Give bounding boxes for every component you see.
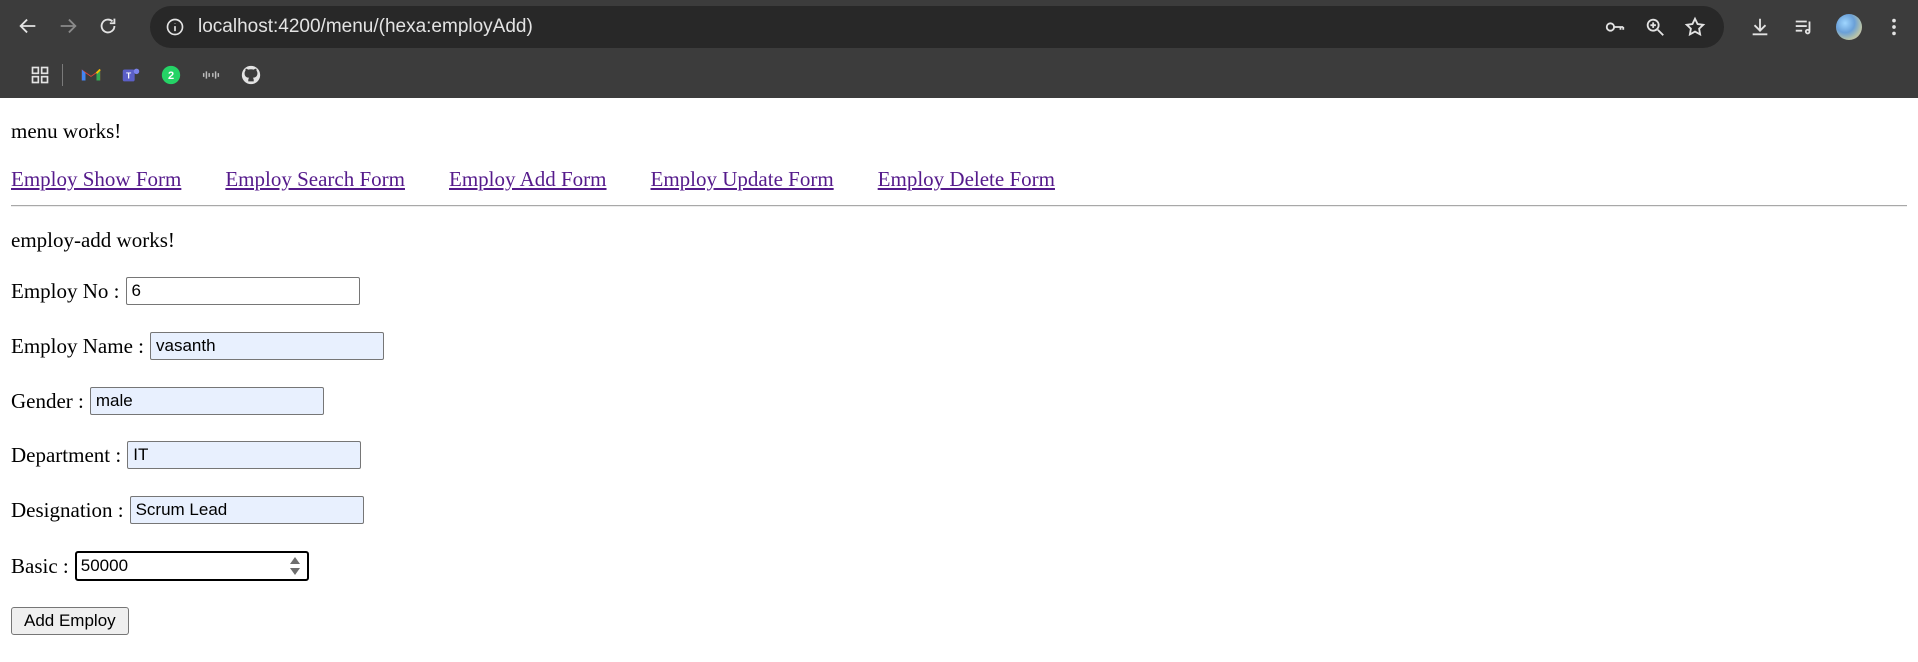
basic-number-input[interactable]: 50000 (74, 551, 309, 581)
designation-input[interactable] (129, 496, 364, 524)
site-info-icon[interactable] (164, 16, 186, 38)
designation-row: Designation : (11, 496, 364, 524)
basic-value: 50000 (80, 556, 129, 575)
menu-nav: Employ Show Form Employ Search Form Empl… (11, 167, 1055, 192)
employ-search-form-link[interactable]: Employ Search Form (225, 167, 405, 192)
department-input[interactable] (127, 441, 362, 469)
gmail-icon[interactable] (71, 57, 111, 93)
employ-no-row: Employ No : (11, 277, 360, 305)
zoom-icon[interactable] (1644, 16, 1666, 38)
employ-name-label: Employ Name : (11, 333, 144, 358)
url-text[interactable]: localhost:4200/menu/(hexa:employAdd) (198, 16, 533, 38)
employ-delete-form-link[interactable]: Employ Delete Form (878, 167, 1055, 192)
whatsapp-icon[interactable]: 2 (151, 57, 191, 93)
form-title: employ-add works! (11, 228, 175, 252)
gender-row: Gender : (11, 387, 324, 415)
address-bar[interactable]: localhost:4200/menu/(hexa:employAdd) (150, 6, 1724, 48)
kebab-menu-icon[interactable] (1882, 15, 1906, 39)
apps-grid-icon[interactable] (20, 57, 60, 93)
department-row: Department : (11, 441, 362, 469)
browser-chrome: localhost:4200/menu/(hexa:employAdd) T 2 (0, 0, 1918, 98)
bookmarks-bar: T 2 (0, 52, 1918, 98)
employ-name-row: Employ Name : (11, 332, 384, 360)
reload-icon[interactable] (88, 6, 128, 46)
employ-no-label: Employ No : (11, 278, 120, 303)
spinner-arrows-icon[interactable] (289, 555, 301, 577)
employ-add-form-link[interactable]: Employ Add Form (449, 167, 607, 192)
forward-icon[interactable] (48, 6, 88, 46)
bookmark-separator (62, 64, 63, 86)
teams-icon[interactable]: T (111, 57, 151, 93)
svg-text:T: T (126, 72, 131, 81)
gender-input[interactable] (89, 387, 324, 415)
browser-toolbar: localhost:4200/menu/(hexa:employAdd) (0, 0, 1918, 52)
bookmark-star-icon[interactable] (1684, 16, 1706, 38)
profile-avatar[interactable] (1836, 14, 1862, 40)
basic-row: Basic : 50000 (11, 551, 309, 581)
download-icon[interactable] (1748, 15, 1772, 39)
gender-label: Gender : (11, 388, 84, 413)
whatsapp-badge: 2 (168, 70, 174, 82)
menu-title: menu works! (11, 119, 122, 143)
department-label: Department : (11, 442, 122, 467)
employ-update-form-link[interactable]: Employ Update Form (651, 167, 834, 192)
basic-label: Basic : (11, 553, 69, 578)
employ-show-form-link[interactable]: Employ Show Form (11, 167, 181, 192)
cisco-icon[interactable] (191, 57, 231, 93)
employ-no-input[interactable] (125, 277, 360, 305)
media-controls-icon[interactable] (1792, 15, 1816, 39)
password-key-icon[interactable] (1604, 16, 1626, 38)
employ-name-input[interactable] (149, 332, 384, 360)
github-icon[interactable] (231, 57, 271, 93)
designation-label: Designation : (11, 497, 124, 522)
back-icon[interactable] (8, 6, 48, 46)
add-employ-button[interactable]: Add Employ (11, 607, 129, 635)
divider (11, 205, 1907, 207)
